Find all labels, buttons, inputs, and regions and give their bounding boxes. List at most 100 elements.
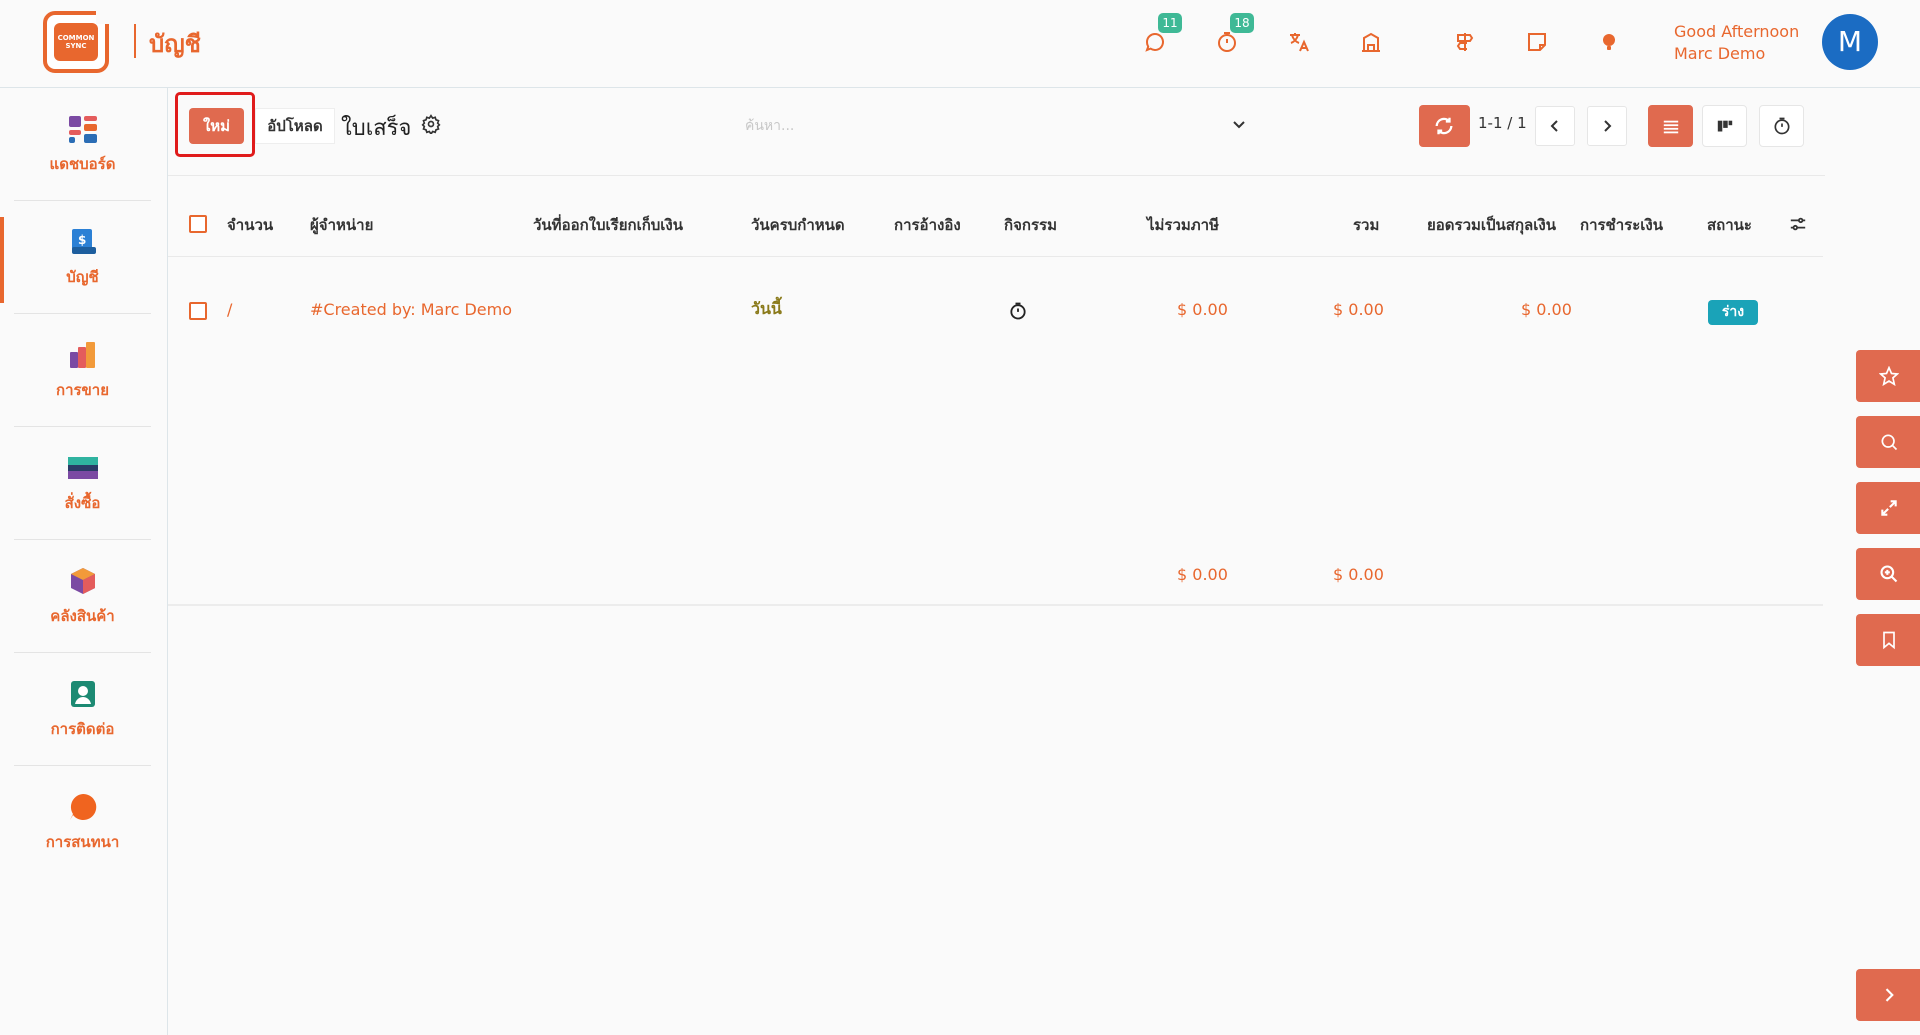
upload-button[interactable]: อัปโหลด xyxy=(255,108,335,144)
messages-icon[interactable]: 11 xyxy=(1141,13,1182,58)
brand-separator xyxy=(134,24,136,58)
sales-icon xyxy=(70,342,95,368)
sidebar-item-label: การสนทนา xyxy=(45,833,120,851)
column-header-total[interactable]: รวม xyxy=(1353,213,1379,237)
avatar[interactable]: M xyxy=(1822,14,1878,70)
cell-untaxed: $ 0.00 xyxy=(1177,300,1228,319)
column-header-activities[interactable]: กิจกรรม xyxy=(1004,213,1057,237)
app-logo[interactable]: COMMON SYNC xyxy=(43,6,114,73)
favorite-button[interactable] xyxy=(1856,350,1920,402)
sidebar: แดชบอร์ด $ บัญชี การขาย สั่งซื้อ คลังสิน… xyxy=(0,88,168,1035)
chevron-left-icon xyxy=(1550,120,1558,132)
cell-vendor: #Created by: Marc Demo xyxy=(310,300,513,319)
cell-total: $ 0.00 xyxy=(1333,300,1384,319)
page-title: ใบเสร็จ xyxy=(341,116,412,141)
discuss-icon xyxy=(70,793,97,820)
sidebar-item-label: การติดต่อ xyxy=(50,720,115,738)
expand-icon xyxy=(1881,500,1897,516)
greeting-line-1: Good Afternoon xyxy=(1674,22,1800,41)
cell-due-date: วันนี้ xyxy=(751,299,782,318)
status-badge: ร่าง xyxy=(1708,300,1758,325)
column-header-status[interactable]: สถานะ xyxy=(1707,213,1752,237)
inventory-icon xyxy=(71,568,95,594)
column-header-invoice-date[interactable]: วันที่ออกใบเรียกเก็บเงิน xyxy=(533,213,683,237)
note-icon[interactable] xyxy=(1523,30,1551,58)
chevron-right-icon xyxy=(1604,120,1612,132)
column-header-untaxed[interactable]: ไม่รวมภาษี xyxy=(1147,213,1219,237)
footer-untaxed-sum: $ 0.00 xyxy=(1177,565,1228,584)
kanban-icon xyxy=(1717,120,1733,132)
sidebar-item-label: บัญชี xyxy=(66,268,99,286)
top-bar: COMMON SYNC บัญชี 11 18 Good Afternoon M… xyxy=(0,0,1920,88)
purchase-icon xyxy=(68,457,98,479)
column-header-due-date[interactable]: วันครบกำหนด xyxy=(751,213,845,237)
sidebar-item-label: การขาย xyxy=(55,381,110,399)
stopwatch-icon xyxy=(1774,117,1790,135)
column-header-number[interactable]: จำนวน xyxy=(227,213,273,237)
header-divider xyxy=(168,256,1823,257)
footer-divider xyxy=(168,604,1823,606)
translate-icon[interactable] xyxy=(1285,30,1313,58)
user-name: Marc Demo xyxy=(1674,44,1766,63)
greeting: Good Afternoon Marc Demo xyxy=(1674,21,1799,65)
column-header-reference[interactable]: การอ้างอิง xyxy=(894,213,961,237)
kanban-view-button[interactable] xyxy=(1702,105,1747,147)
lightbulb-icon[interactable] xyxy=(1595,30,1623,58)
timer-icon[interactable]: 18 xyxy=(1213,13,1254,58)
list-icon xyxy=(1663,120,1679,134)
bookmark-icon xyxy=(1883,631,1895,650)
zoom-in-icon xyxy=(1880,565,1898,583)
list-view-button[interactable] xyxy=(1648,105,1693,147)
column-header-payment[interactable]: การชำระเงิน xyxy=(1580,213,1663,237)
new-button[interactable]: ใหม่ xyxy=(189,108,244,144)
app-title[interactable]: บัญชี xyxy=(149,24,201,63)
sidebar-item-purchase[interactable]: สั่งซื้อ xyxy=(14,427,151,540)
contacts-icon xyxy=(71,681,95,707)
signpost-icon[interactable] xyxy=(1451,30,1479,58)
accounting-icon: $ xyxy=(72,229,96,254)
pager-next-button[interactable] xyxy=(1587,106,1627,146)
cell-total-currency: $ 0.00 xyxy=(1521,300,1572,319)
search-button[interactable] xyxy=(1856,416,1920,468)
search-icon xyxy=(1881,434,1898,451)
activity-view-button[interactable] xyxy=(1759,105,1804,147)
svg-text:$: $ xyxy=(78,233,86,247)
row-checkbox[interactable] xyxy=(189,302,207,320)
column-header-vendor[interactable]: ผู้จำหน่าย xyxy=(310,213,373,237)
column-settings-icon[interactable] xyxy=(1789,215,1807,233)
sidebar-item-label: สั่งซื้อ xyxy=(64,494,101,512)
sidebar-item-contacts[interactable]: การติดต่อ xyxy=(14,653,151,766)
zoom-button[interactable] xyxy=(1856,548,1920,600)
activities-badge: 18 xyxy=(1230,13,1254,33)
pager-value[interactable]: 1-1 / 1 xyxy=(1478,114,1527,132)
sidebar-item-accounting[interactable]: $ บัญชี xyxy=(14,201,151,314)
activity-stopwatch-icon[interactable] xyxy=(1008,301,1028,321)
messages-badge: 11 xyxy=(1158,13,1182,33)
column-header-total-currency[interactable]: ยอดรวมเป็นสกุลเงิน xyxy=(1427,213,1556,237)
expand-button[interactable] xyxy=(1856,482,1920,534)
gear-icon[interactable] xyxy=(421,114,441,134)
refresh-button[interactable] xyxy=(1419,105,1470,147)
sidebar-item-inventory[interactable]: คลังสินค้า xyxy=(14,540,151,653)
sidebar-item-discuss[interactable]: การสนทนา xyxy=(14,766,151,879)
collapse-panel-button[interactable] xyxy=(1856,969,1920,1021)
cell-number: / xyxy=(227,300,233,319)
sidebar-item-sales[interactable]: การขาย xyxy=(14,314,151,427)
divider xyxy=(168,175,1825,176)
star-icon xyxy=(1879,366,1899,386)
pager-previous-button[interactable] xyxy=(1535,106,1575,146)
footer-total-sum: $ 0.00 xyxy=(1333,565,1384,584)
chevron-down-icon[interactable] xyxy=(1231,116,1247,132)
refresh-icon xyxy=(1435,117,1453,135)
dashboard-icon xyxy=(69,116,97,143)
bookmark-button[interactable] xyxy=(1856,614,1920,666)
logo-text: COMMON SYNC xyxy=(54,23,98,61)
sidebar-item-dashboard[interactable]: แดชบอร์ด xyxy=(14,88,151,201)
chevron-right-icon xyxy=(1885,988,1894,1002)
search-input[interactable]: ค้นหา... xyxy=(745,108,1255,144)
select-all-checkbox[interactable] xyxy=(189,215,207,233)
sidebar-item-label: แดชบอร์ด xyxy=(49,155,116,173)
company-icon[interactable] xyxy=(1357,30,1385,58)
active-indicator xyxy=(0,217,4,303)
sidebar-item-label: คลังสินค้า xyxy=(50,607,115,625)
